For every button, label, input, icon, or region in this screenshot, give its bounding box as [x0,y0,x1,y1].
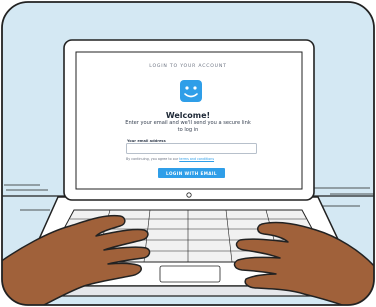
terms-text: By continuing, you agree to our terms an… [126,157,258,161]
terms-link[interactable]: terms and conditions [179,157,214,161]
subtitle-line-1: Enter your email and we'll send you a se… [125,120,251,126]
welcome-title: Welcome! [165,111,211,120]
login-screen: LOGIN TO YOUR ACCOUNT Welcome! Enter you… [0,0,376,307]
login-with-email-button[interactable]: LOGIN WITH EMAIL [158,168,225,178]
email-field[interactable] [126,143,257,154]
subtitle: Enter your email and we'll send you a se… [118,120,258,134]
page-header: LOGIN TO YOUR ACCOUNT [149,64,227,69]
terms-prefix: By continuing, you agree to our [126,157,180,161]
subtitle-line-2: to log in [177,127,199,133]
